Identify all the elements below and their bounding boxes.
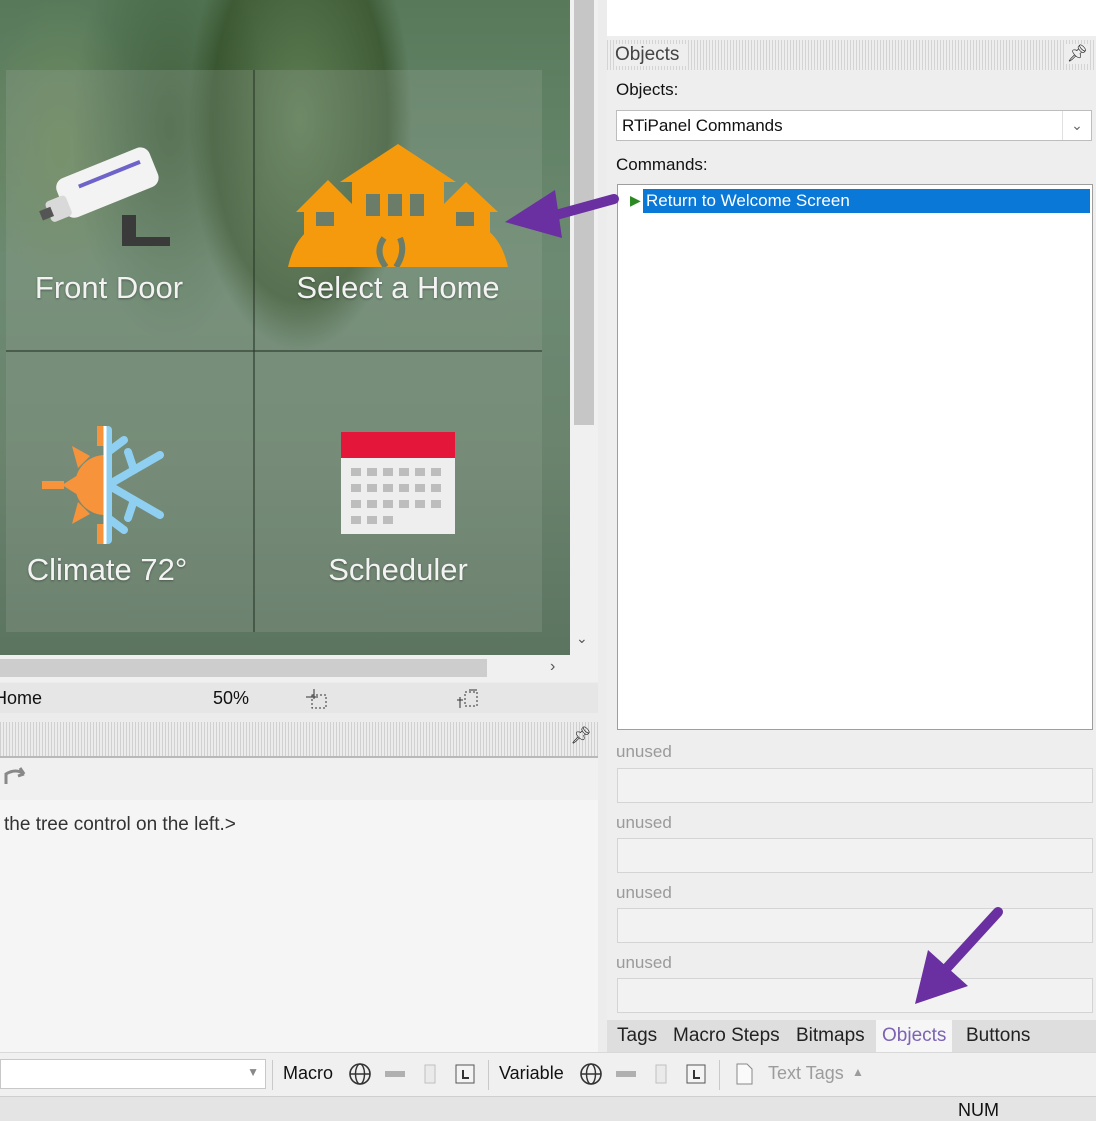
caret-up-icon[interactable]: ▲	[852, 1065, 864, 1079]
empty-state-hint: the tree control on the left.>	[4, 814, 236, 835]
unused-field-input[interactable]	[617, 838, 1093, 873]
unused-field-input[interactable]	[617, 768, 1093, 803]
list-item[interactable]: ▶ Return to Welcome Screen	[624, 189, 1090, 213]
tile-label: Select a Home	[296, 270, 500, 305]
unused-field-label: unused	[616, 883, 672, 902]
objects-select-value: RTiPanel Commands	[622, 116, 783, 135]
unused-field-label: unused	[616, 953, 672, 972]
toolbar-separator	[488, 1060, 489, 1090]
play-icon: ▶	[630, 192, 641, 208]
variable-label: Variable	[499, 1063, 564, 1083]
canvas-vertical-scrollbar[interactable]: ⌄	[570, 0, 598, 655]
tab-tags[interactable]: Tags	[611, 1020, 663, 1052]
ir-emitter-icon[interactable]	[614, 1062, 638, 1086]
unused-field-label: unused	[616, 813, 672, 832]
document-icon[interactable]	[732, 1062, 756, 1086]
tile-label: Climate 72°	[26, 552, 188, 587]
toolbar-combo[interactable]: ▼	[0, 1059, 266, 1089]
crop-frame-icon[interactable]	[306, 689, 330, 711]
tile-scheduler[interactable]: Scheduler	[255, 352, 542, 632]
status-bar: NUM	[0, 1096, 1096, 1121]
pin-icon[interactable]: 📌︎	[1066, 44, 1088, 64]
chevron-right-icon[interactable]: ›	[550, 658, 555, 676]
num-lock-indicator: NUM	[958, 1100, 999, 1120]
fit-size-icon[interactable]	[455, 688, 481, 710]
scrollbar-thumb[interactable]	[0, 659, 487, 677]
pin-icon[interactable]: 📌︎	[570, 726, 592, 746]
pane-toolbar	[0, 758, 598, 800]
unused-field-label: unused	[616, 742, 672, 761]
panel-title: Objects	[615, 44, 688, 66]
toolbar-separator	[272, 1060, 273, 1090]
tab-macro-steps[interactable]: Macro Steps	[667, 1020, 786, 1052]
tile-front-door[interactable]: Front Door	[0, 70, 253, 350]
unused-field-input[interactable]	[617, 908, 1093, 943]
zoom-level: 50%	[213, 688, 250, 708]
homes-icon	[288, 144, 508, 267]
globe-icon[interactable]	[579, 1062, 603, 1086]
import-icon[interactable]	[453, 1062, 477, 1086]
text-tags-label[interactable]: Text Tags	[768, 1063, 844, 1084]
globe-icon[interactable]	[348, 1062, 372, 1086]
properties-pane: 📌︎ the tree control on the left.>	[0, 722, 598, 1052]
commands-list[interactable]: ▶ Return to Welcome Screen	[617, 184, 1093, 730]
objects-panel-header: Objects 📌︎	[607, 40, 1096, 70]
panel-tabs: Tags Macro Steps Bitmaps Objects Buttons	[607, 1020, 1096, 1052]
design-canvas[interactable]: Front Door Select a Home Climate 72° Sch…	[0, 0, 570, 655]
tab-objects[interactable]: Objects	[876, 1020, 953, 1052]
objects-select[interactable]: RTiPanel Commands ⌄	[616, 110, 1092, 141]
toolbar-separator	[719, 1060, 720, 1090]
unused-field-input[interactable]	[617, 978, 1093, 1013]
objects-label: Objects:	[616, 80, 679, 99]
redo-icon[interactable]	[4, 766, 30, 788]
ir-emitter-icon[interactable]	[383, 1062, 407, 1086]
tile-select-a-home[interactable]: Select a Home	[255, 70, 542, 350]
command-label: Return to Welcome Screen	[643, 189, 1090, 213]
macro-label: Macro	[283, 1063, 334, 1083]
scrollbar-thumb[interactable]	[574, 0, 594, 425]
pane-header	[0, 722, 598, 758]
chevron-down-icon[interactable]: ⌄	[576, 630, 588, 647]
tab-buttons[interactable]: Buttons	[960, 1020, 1036, 1052]
current-page-name: Home	[0, 688, 43, 708]
commands-label: Commands:	[616, 155, 708, 174]
device-icon[interactable]	[649, 1062, 673, 1086]
climate-icon	[42, 426, 164, 544]
tile-label: Front Door	[34, 270, 184, 305]
calendar-icon	[341, 432, 455, 534]
canvas-horizontal-scrollbar[interactable]: ›	[0, 655, 598, 682]
bottom-toolbar: ▼ Macro Variable Text Tags ▲	[0, 1052, 1096, 1097]
panel-top-strip	[607, 0, 1096, 36]
chevron-down-icon[interactable]: ⌄	[1062, 111, 1091, 140]
import-icon[interactable]	[684, 1062, 708, 1086]
tab-bitmaps[interactable]: Bitmaps	[790, 1020, 871, 1052]
security-camera-icon	[39, 147, 170, 246]
chevron-down-icon[interactable]: ▼	[247, 1065, 259, 1079]
canvas-status-row: Home 50%	[0, 683, 598, 713]
tile-climate[interactable]: Climate 72°	[0, 352, 253, 632]
tile-label: Scheduler	[328, 552, 468, 587]
device-icon[interactable]	[418, 1062, 442, 1086]
